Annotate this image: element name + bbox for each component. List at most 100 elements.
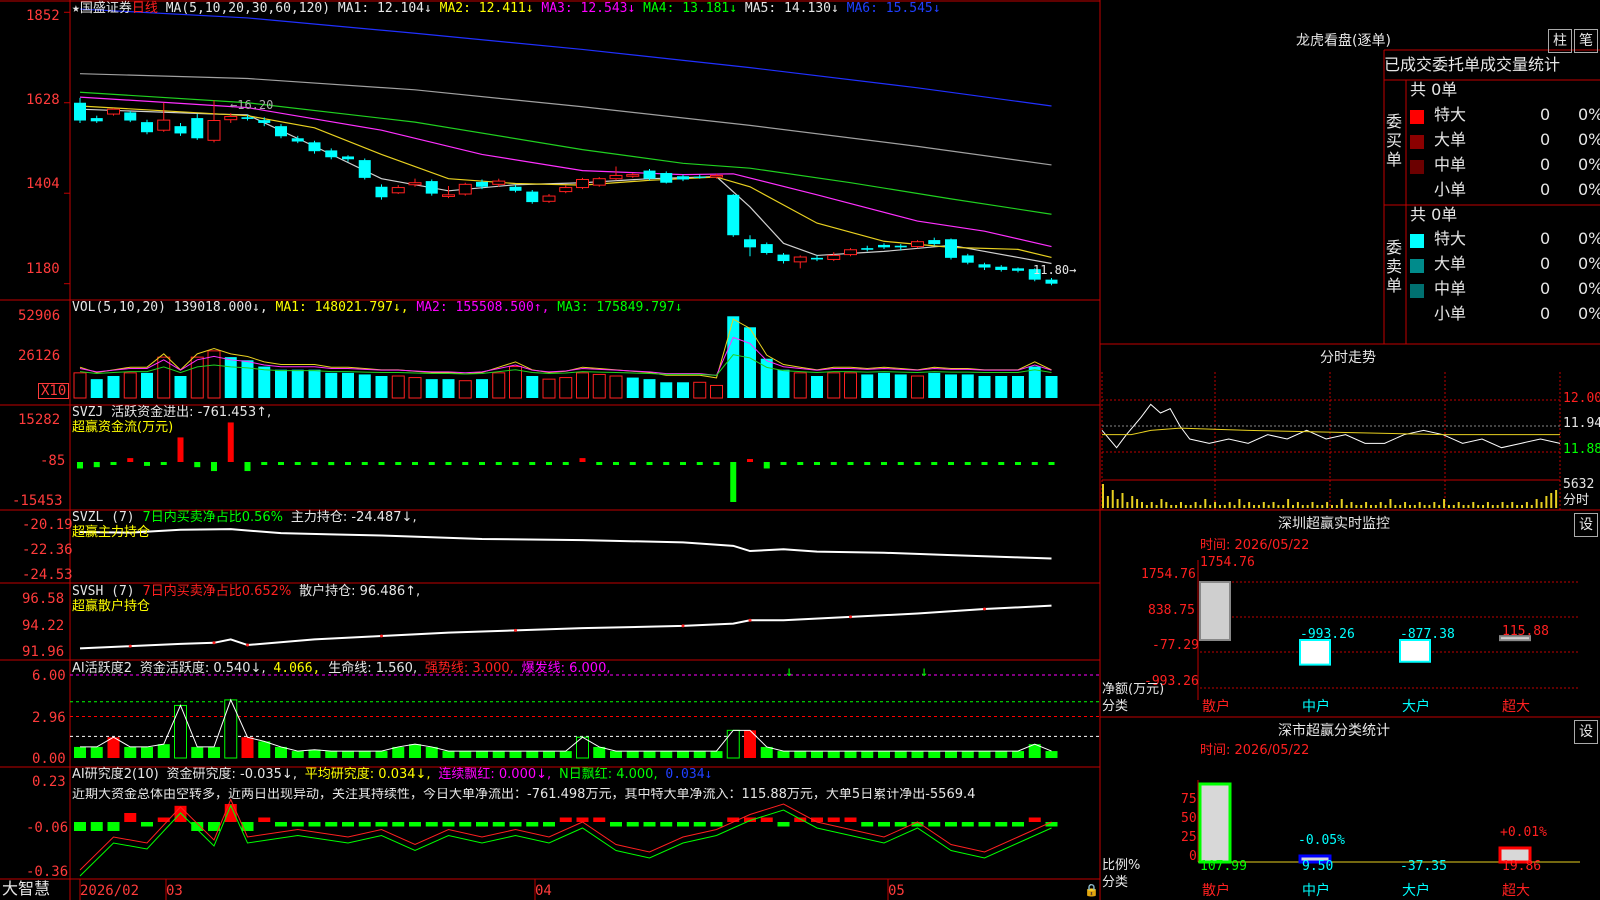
intraday-vol-bar <box>1287 499 1290 508</box>
lock-icon[interactable]: 🔒 <box>1084 884 1099 896</box>
ma-line-MA2 <box>79 105 1052 259</box>
candle-body <box>592 178 606 186</box>
research-bar <box>459 822 472 827</box>
intraday-vol-bar <box>1155 505 1158 508</box>
research-bar <box>1028 817 1041 822</box>
flow-bar <box>160 462 167 465</box>
svsh-tick-1: 96.58 <box>22 591 65 607</box>
flow-bar <box>881 462 887 465</box>
active-bar <box>794 751 807 758</box>
star-icon[interactable]: ★ <box>72 1 80 16</box>
candle-body <box>660 173 673 183</box>
period-label[interactable]: 日线 <box>132 1 158 16</box>
svzl-subtitle: 超赢主力持仓 <box>72 525 151 540</box>
intraday-vol-bar <box>1467 505 1470 508</box>
sz-bar-value-4: 115.88 <box>1502 624 1549 639</box>
vol-ma2: MA2: 155508.500↑, <box>416 300 550 315</box>
intraday-vol-bar <box>1521 505 1524 508</box>
ai-research-v1: 资金研究度: -0.035↓, <box>166 767 297 782</box>
active-bar <box>559 751 572 758</box>
row-label: 中单 <box>1434 279 1467 298</box>
sz-class-tick-2: 50 <box>1181 811 1197 826</box>
intraday-vol-bar <box>1262 502 1265 508</box>
chart-header: ★国盛证券日线 MA(5,10,20,30,60,120) MA1: 12.10… <box>72 2 941 15</box>
research-bar <box>526 822 539 827</box>
active-bar <box>677 751 689 758</box>
sell-side-label: 委卖单 <box>1386 238 1403 295</box>
ma1-value: MA1: 12.104↓ <box>337 1 432 16</box>
intraday-vol-bar <box>1282 505 1285 508</box>
svsh-dot <box>212 641 216 645</box>
candle-body <box>308 142 321 152</box>
sell-total: 共 0单 <box>1410 205 1458 224</box>
active-bar <box>107 737 120 758</box>
svzl-tick-3: -24.53 <box>22 567 73 583</box>
active-bar <box>392 746 405 758</box>
svzj-value: 活跃资金进出: -761.453↑, <box>111 405 272 420</box>
candle-body <box>476 181 488 187</box>
sz-cat-4: 超大 <box>1502 699 1530 715</box>
intraday-vol-bar <box>1233 505 1236 508</box>
volume-bar <box>375 376 388 398</box>
candle-body <box>861 248 874 250</box>
research-bar <box>559 817 572 822</box>
volume-bar <box>207 350 221 399</box>
volume-bar <box>190 356 204 399</box>
volume-bar <box>1012 376 1024 398</box>
candle-body <box>928 240 941 245</box>
research-bar <box>878 822 890 827</box>
flow-bar <box>1031 462 1038 465</box>
intraday-vol-bar <box>1189 505 1192 508</box>
volume-bar <box>777 369 790 398</box>
sz-monitor-settings-button[interactable]: 设 <box>1574 513 1598 537</box>
dragon-tiger-title: 龙虎看盘(逐单) <box>1296 33 1391 49</box>
candle-body <box>291 138 304 142</box>
intraday-vol-bar <box>1496 505 1499 508</box>
row-count: 0 <box>1540 254 1551 273</box>
candle-body <box>978 264 991 268</box>
svsh-value: 散户持仓: 96.486↑, <box>299 584 421 599</box>
intraday-vol-bar <box>1335 505 1338 508</box>
legend-swatch <box>1410 309 1424 323</box>
flow-bar <box>763 462 770 469</box>
last-annotation: 11.80→ <box>1033 263 1077 277</box>
intraday-vol-bar <box>1145 505 1148 508</box>
volume-bar <box>911 375 924 399</box>
flow-bar <box>294 462 301 465</box>
volume-bar <box>693 381 707 399</box>
vol-unit-badge: X10 <box>38 383 70 399</box>
active-bar <box>90 746 103 758</box>
flow-bar <box>897 462 904 465</box>
vol-tick-1: 52906 <box>18 308 61 324</box>
candle-body <box>90 118 103 122</box>
dragon-tiger-tabs[interactable]: 已成交委托单成交量统计 <box>1384 57 1560 73</box>
intraday-vol-bar <box>1404 502 1407 508</box>
candle-body <box>241 117 254 119</box>
research-bar <box>995 822 1008 827</box>
flow-bar <box>830 462 837 465</box>
sz-bar-value-1: 1754.76 <box>1200 555 1255 570</box>
volume-bar <box>793 372 807 399</box>
candle-body <box>207 120 221 141</box>
price-tick-4: 1180 <box>26 261 60 277</box>
intraday-vol-bar <box>1170 505 1173 508</box>
intraday-vol-bar <box>1218 505 1221 508</box>
svzl-tick-2: -22.36 <box>22 542 73 558</box>
intraday-vol-bar <box>1160 499 1163 508</box>
bar-mode-button[interactable]: 柱 <box>1548 29 1572 53</box>
intraday-vol-bar <box>1438 505 1441 508</box>
intraday-vol-bar <box>1530 505 1533 508</box>
buy-side-label: 委买单 <box>1386 112 1403 169</box>
tick-mode-button[interactable]: 笔 <box>1574 29 1598 53</box>
candle-body <box>342 156 354 160</box>
intraday-vol-bar <box>1175 505 1178 508</box>
brand-logo[interactable]: 大智慧 <box>2 881 50 897</box>
flow-bar <box>244 462 251 472</box>
sz-class-settings-button[interactable]: 设 <box>1574 720 1598 744</box>
intraday-vol-bar <box>1223 505 1226 508</box>
sz-class-title: 深市超赢分类统计 <box>1278 723 1390 739</box>
candle-body <box>191 118 204 139</box>
volume-bar <box>945 374 957 398</box>
intraday-vol-bar <box>1165 502 1168 508</box>
row-count: 0 <box>1540 130 1551 149</box>
